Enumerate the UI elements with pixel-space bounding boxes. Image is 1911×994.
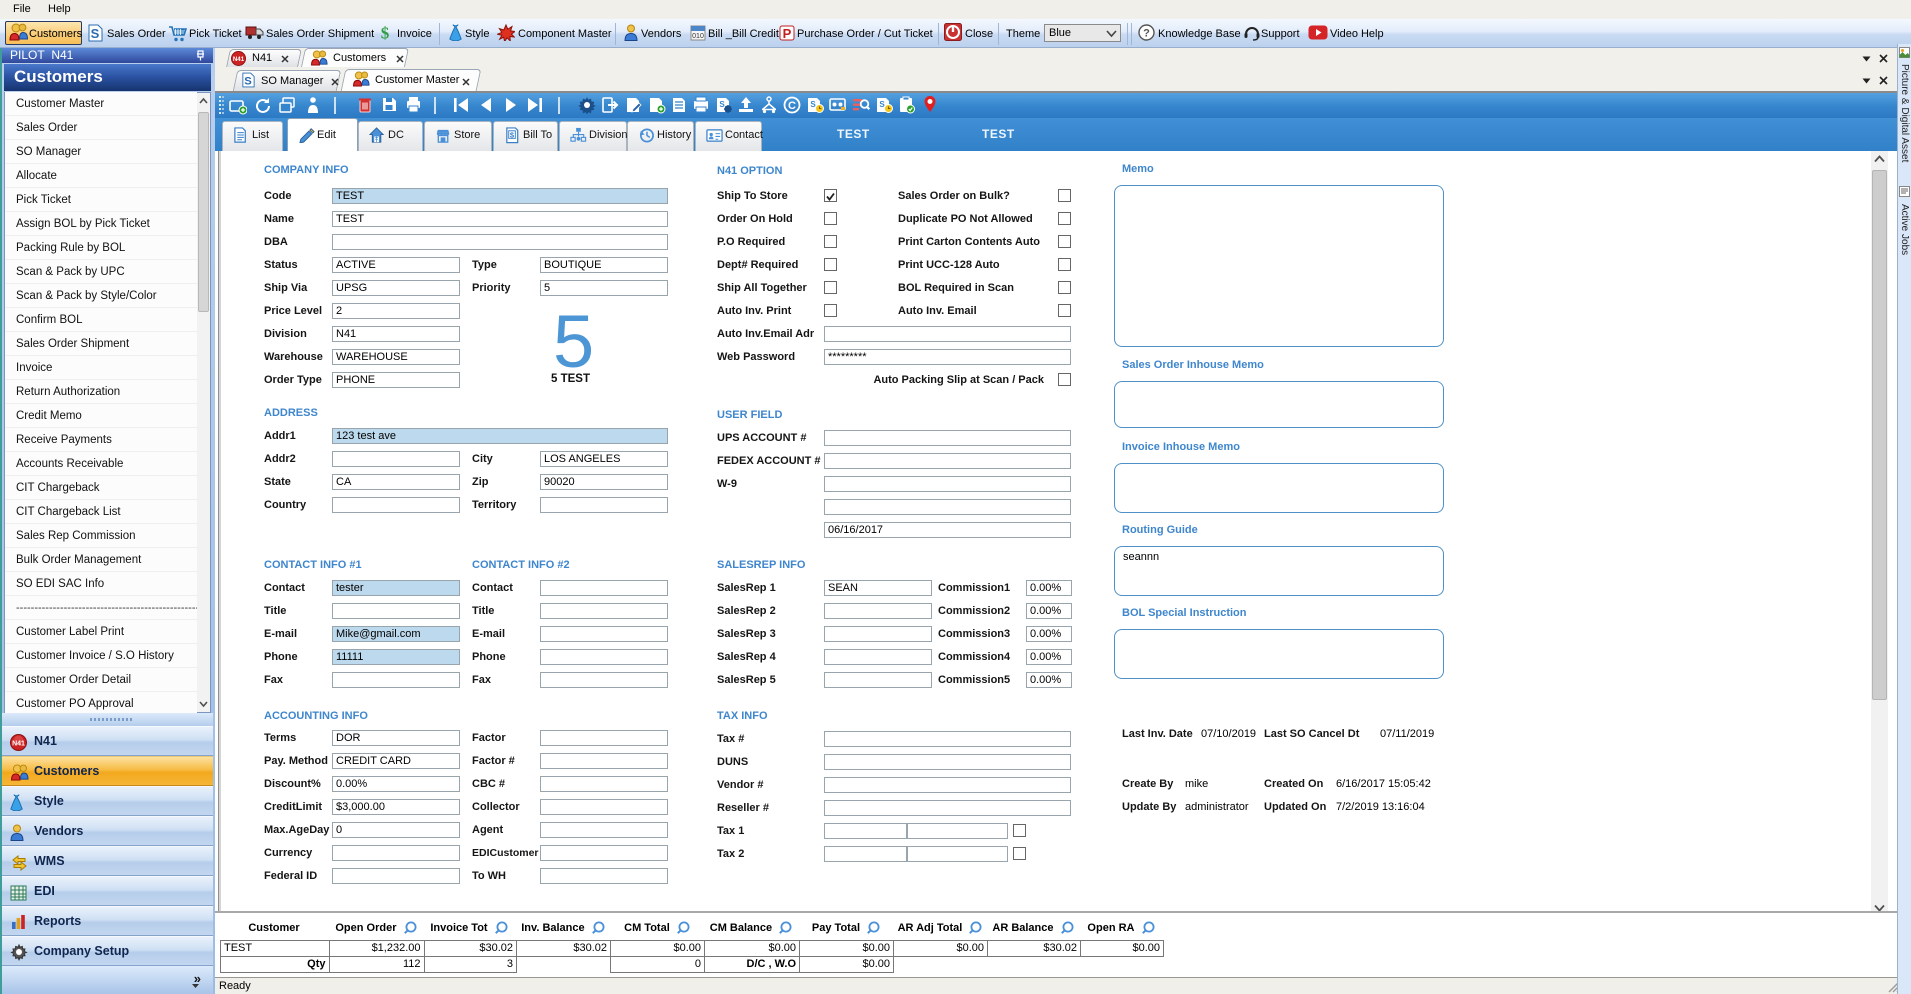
svg-text:010: 010	[692, 33, 704, 40]
svg-text:N41: N41	[233, 56, 245, 63]
svg-text:C: C	[788, 100, 796, 112]
svg-text:S: S	[91, 26, 100, 41]
svg-text:N41: N41	[12, 741, 25, 748]
svg-text:S: S	[719, 100, 725, 109]
svg-text:$: $	[381, 24, 390, 41]
svg-text:P: P	[783, 26, 792, 41]
svg-text:?: ?	[1143, 28, 1150, 40]
svg-text:S: S	[244, 75, 252, 87]
